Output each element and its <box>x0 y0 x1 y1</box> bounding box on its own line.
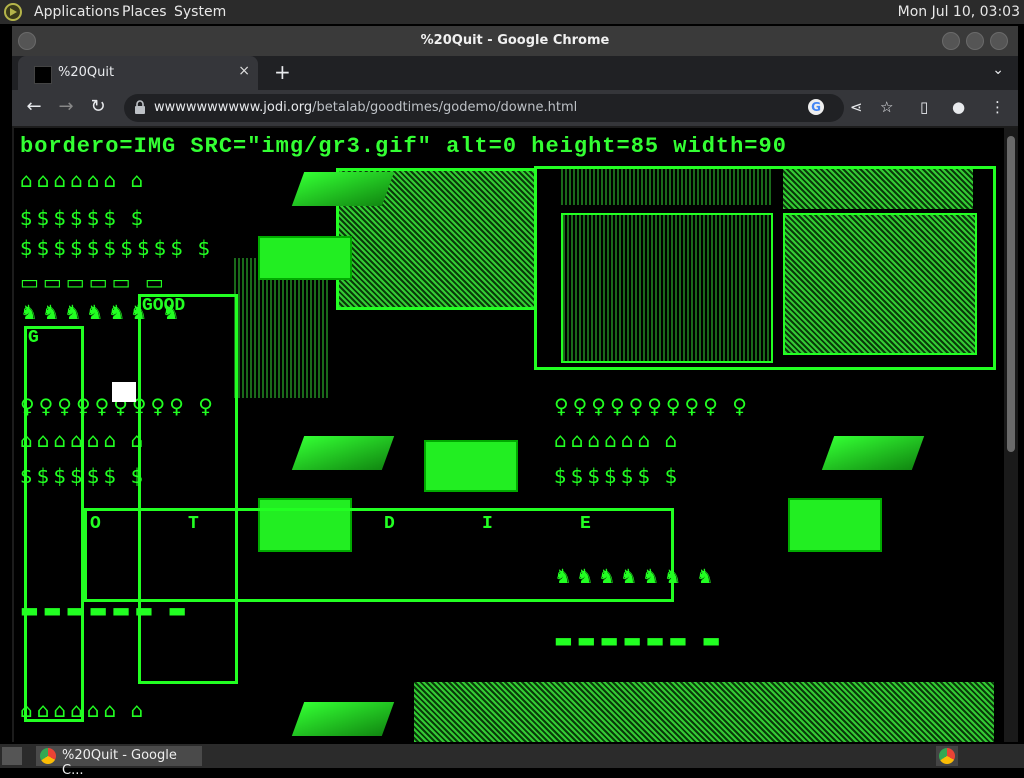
side-panel-icon[interactable]: ▯ <box>920 98 928 116</box>
broken-image-t: T <box>188 514 199 534</box>
menu-system[interactable]: System <box>174 4 226 20</box>
browser-window: %20Quit - Google Chrome %20Quit × + ⌄ ← … <box>12 26 1018 742</box>
tab-active[interactable]: %20Quit × <box>18 56 258 90</box>
chrome-menu-icon[interactable]: ⋮ <box>990 98 1005 116</box>
tab-search-chevron-icon[interactable]: ⌄ <box>992 62 1004 78</box>
url-path: /betalab/goodtimes/godemo/downe.html <box>312 100 578 115</box>
close-window-icon[interactable] <box>990 32 1008 50</box>
broken-image-good: GOOD <box>142 296 186 316</box>
houses-row-right: ⌂⌂⌂⌂⌂⌂ ⌂ <box>554 428 682 452</box>
striped-strip <box>561 169 773 205</box>
cars-row-right: ▬▬▬▬▬▬ ▬ <box>554 628 725 652</box>
taskbar-chrome-window[interactable]: %20Quit - Google C... <box>36 746 202 778</box>
broken-image-o: O <box>90 514 101 534</box>
broken-image-d: D <box>384 514 395 534</box>
page-scrollbar[interactable] <box>1004 128 1018 742</box>
window-title: %20Quit - Google Chrome <box>420 33 610 48</box>
distro-logo-icon[interactable] <box>4 3 22 21</box>
moneybags-row: $$$$$$ $ <box>20 206 148 230</box>
broken-image-i: I <box>482 514 493 534</box>
minimize-icon[interactable] <box>942 32 960 50</box>
profile-avatar-icon[interactable]: ● <box>952 98 965 116</box>
share-icon[interactable]: ⋖ <box>850 98 863 116</box>
white-square <box>112 382 136 402</box>
lock-icon[interactable] <box>134 100 146 114</box>
back-icon[interactable]: ← <box>22 96 46 117</box>
broken-image-g: G <box>28 328 39 348</box>
tvs-row: ▭▭▭▭▭ ▭ <box>20 270 168 294</box>
page-viewport[interactable]: ⌂⌂⌂⌂⌂⌂ ⌂ $$$$$$ $ $$$$$$$$$$ $ ▭▭▭▭▭ ▭ ♞… <box>14 128 1004 742</box>
chrome-icon <box>40 748 56 764</box>
houses-row: ⌂⌂⌂⌂⌂⌂ ⌂ <box>20 168 148 192</box>
reload-icon[interactable]: ↻ <box>86 96 110 117</box>
briefcase-image <box>258 236 352 280</box>
show-desktop-icon[interactable] <box>2 747 22 765</box>
new-tab-icon[interactable]: + <box>274 60 291 84</box>
bottom-hatched-block <box>414 682 994 742</box>
hatched-strip <box>783 169 973 209</box>
clock[interactable]: Mon Jul 10, 03:03 <box>898 4 1020 20</box>
striped-panel <box>561 213 773 363</box>
menu-places[interactable]: Places <box>122 4 167 20</box>
frame-g <box>24 326 84 722</box>
framed-image-block <box>534 166 996 370</box>
taskbar-label: %20Quit - Google C... <box>62 748 177 778</box>
tray-image-3 <box>821 436 925 470</box>
google-lens-icon[interactable]: G <box>808 99 824 115</box>
scrollbar-thumb[interactable] <box>1007 136 1015 452</box>
briefcase-image-3 <box>788 498 882 552</box>
menu-applications[interactable]: Applications <box>34 4 120 20</box>
url-host: wwwwwwwwww.jodi.org <box>154 100 313 115</box>
laptop-image <box>424 440 518 492</box>
bookmark-star-icon[interactable]: ☆ <box>880 98 893 116</box>
maximize-icon[interactable] <box>966 32 984 50</box>
tray-image-2 <box>291 436 395 470</box>
tab-title: %20Quit <box>58 65 115 80</box>
tab-strip: %20Quit × + ⌄ <box>12 56 1018 90</box>
tray-image <box>291 172 395 206</box>
broken-image-e: E <box>580 514 591 534</box>
url-text[interactable]: wwwwwwwwww.jodi.org/betalab/goodtimes/go… <box>154 100 577 115</box>
chrome-tray-icon <box>939 748 955 764</box>
moneybags-row-right: $$$$$$ $ <box>554 464 682 488</box>
browser-toolbar: ← → ↻ wwwwwwwwww.jodi.org/betalab/goodti… <box>12 90 1018 126</box>
tab-close-icon[interactable]: × <box>238 63 250 79</box>
tray-image-4 <box>291 702 395 736</box>
tray-chrome-icon[interactable] <box>936 746 958 766</box>
window-titlebar[interactable]: %20Quit - Google Chrome <box>12 26 1018 56</box>
html-source-text: bordero=IMG SRC="img/gr3.gif" alt=0 heig… <box>20 134 787 159</box>
desktop-top-panel: Applications Places System Mon Jul 10, 0… <box>0 0 1024 24</box>
address-bar[interactable]: wwwwwwwwww.jodi.org/betalab/goodtimes/go… <box>124 94 844 122</box>
favicon-icon <box>34 66 52 84</box>
dollars-row: $$$$$$$$$$ $ <box>20 236 215 260</box>
people-row-right: ♀♀♀♀♀♀♀♀♀ ♀ <box>554 394 751 418</box>
forward-icon[interactable]: → <box>54 96 78 117</box>
frame-good <box>138 294 238 684</box>
hatched-panel <box>783 213 977 355</box>
bottom-panel: %20Quit - Google C... <box>0 744 1024 778</box>
